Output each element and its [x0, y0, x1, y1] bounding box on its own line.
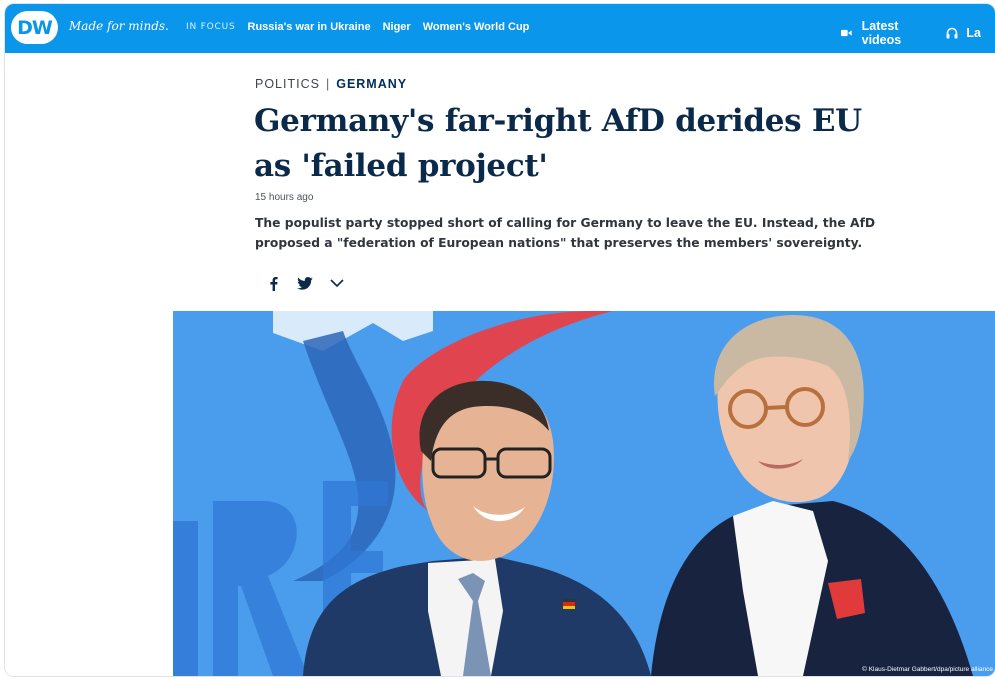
publish-time: 15 hours ago [255, 192, 314, 203]
more-share-button[interactable] [327, 274, 347, 292]
kicker-separator: | [325, 77, 331, 91]
top-navigation-bar: DW Made for minds. IN FOCUS Russia's war… [5, 4, 995, 53]
article-teaser: The populist party stopped short of call… [255, 216, 876, 250]
video-camera-icon [841, 29, 852, 37]
dw-logo[interactable]: DW [11, 11, 58, 44]
latest-videos-button[interactable]: Latest videos [841, 19, 932, 47]
chevron-down-icon [330, 279, 344, 287]
hero-photo-illustration [173, 311, 995, 676]
facebook-share-button[interactable] [263, 274, 283, 292]
headphones-icon [946, 27, 958, 39]
nav-link-ukraine[interactable]: Russia's war in Ukraine [248, 21, 371, 33]
right-navigation: Latest videos La [841, 19, 995, 47]
twitter-share-button[interactable] [295, 274, 315, 292]
brand-tagline: Made for minds. [69, 19, 169, 33]
article-headline: Germany's far-right AfD derides EU as 'f… [254, 103, 862, 184]
latest-audio-label-truncated: La [966, 26, 981, 40]
nav-link-niger[interactable]: Niger [383, 21, 411, 33]
image-credit: © Klaus-Dietmar Gabbert/dpa/picture alli… [862, 666, 993, 673]
hero-image: © Klaus-Dietmar Gabbert/dpa/picture alli… [173, 311, 995, 676]
browser-viewport: DW Made for minds. IN FOCUS Russia's war… [4, 3, 995, 677]
twitter-icon [297, 276, 313, 290]
nav-link-womens-world-cup[interactable]: Women's World Cup [423, 21, 530, 33]
latest-videos-label: Latest videos [861, 19, 902, 47]
in-focus-label: IN FOCUS [186, 22, 236, 32]
share-bar [263, 274, 359, 292]
latest-audio-button[interactable]: La [946, 26, 981, 40]
article-kicker: POLITICS | GERMANY [255, 77, 407, 91]
subcategory-link[interactable]: GERMANY [336, 77, 407, 91]
category-label[interactable]: POLITICS [255, 77, 320, 91]
focus-nav: IN FOCUS Russia's war in Ukraine Niger W… [186, 21, 541, 33]
facebook-icon [269, 276, 278, 291]
